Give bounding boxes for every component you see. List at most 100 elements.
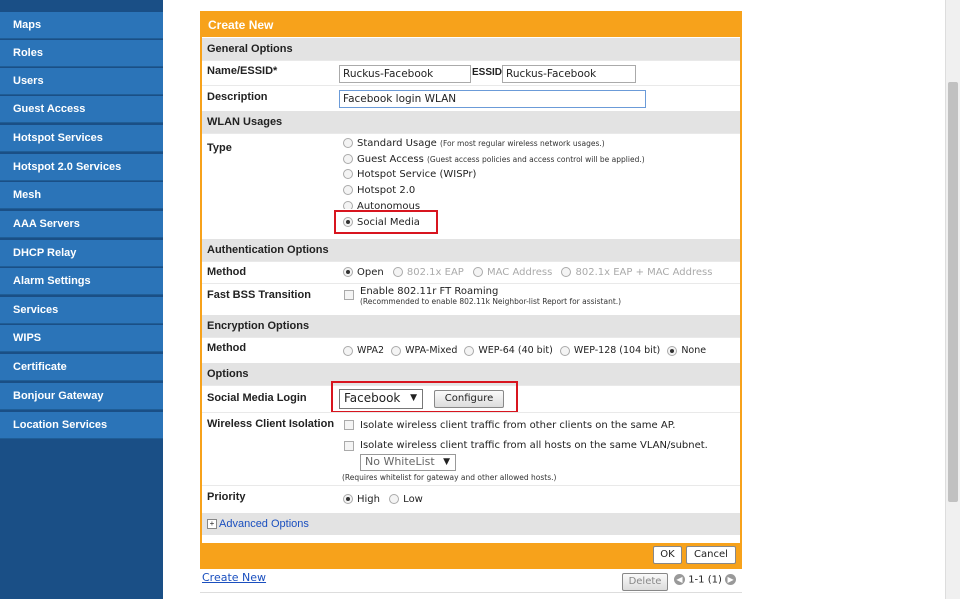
advanced-options-toggle[interactable]: + Advanced Options [202, 512, 740, 535]
highlight-box-social-login [331, 381, 518, 413]
row-social-media-login: Social Media Login Facebook ▼ Configure [202, 381, 740, 413]
isolation-ap-text: Isolate wireless client traffic from oth… [360, 420, 676, 431]
highlight-box-social-media [334, 210, 438, 234]
radio-selected-icon [343, 494, 353, 504]
auth-method-options: Open 802.1x EAP MAC Address 802.1x EAP +… [343, 267, 712, 278]
priority-options: High Low [343, 494, 423, 505]
sidebar-item-hotspot-20-services[interactable]: Hotspot 2.0 Services [0, 154, 163, 181]
radio-icon [343, 138, 353, 148]
page-scrollbar[interactable] [945, 0, 960, 599]
radio-icon [343, 201, 353, 209]
delete-button[interactable]: Delete [622, 573, 668, 591]
description-input[interactable]: Facebook login WLAN [339, 90, 646, 108]
row-auth-method: Method Open 802.1x EAP MAC Address 802.1… [202, 261, 740, 283]
create-new-panel: Create New General Options Name/ESSID* R… [200, 11, 742, 569]
description-label: Description [207, 91, 268, 103]
isolation-ap-checkbox[interactable] [344, 420, 354, 430]
create-new-link[interactable]: Create New [202, 571, 266, 584]
fast-bss-text: Enable 802.11r FT Roaming (Recommended t… [360, 286, 622, 307]
sidebar-item-maps[interactable]: Maps [0, 12, 163, 39]
section-authentication-options: Authentication Options [202, 238, 740, 261]
sidebar-item-hotspot-services[interactable]: Hotspot Services [0, 125, 163, 152]
enc-method-options: WPA2 WPA-Mixed WEP-64 (40 bit) WEP-128 (… [343, 345, 706, 356]
name-essid-label: Name/ESSID* [207, 65, 278, 77]
sidebar-item-guest-access[interactable]: Guest Access [0, 96, 163, 123]
row-description: Description Facebook login WLAN [202, 85, 740, 110]
essid-label: ESSID [472, 67, 503, 78]
type-label: Type [207, 142, 232, 154]
priority-label: Priority [207, 491, 246, 503]
ok-button[interactable]: OK [653, 546, 682, 564]
enc-method-label: Method [207, 342, 247, 354]
radio-icon [559, 345, 570, 356]
content-gutter [163, 0, 193, 599]
enc-wep64-option[interactable]: WEP-64 (40 bit) [464, 345, 553, 356]
radio-selected-icon [667, 345, 678, 356]
type-option-hotspot20[interactable]: Hotspot 2.0 [343, 185, 415, 196]
sidebar-item-bonjour-gateway[interactable]: Bonjour Gateway [0, 383, 163, 410]
radio-icon [343, 154, 353, 164]
sidebar-item-services[interactable]: Services [0, 297, 163, 324]
auth-open-option[interactable]: Open [343, 267, 384, 278]
type-option-autonomous[interactable]: Autonomous [343, 201, 420, 209]
client-isolation-label: Wireless Client Isolation [207, 418, 335, 430]
radio-icon [561, 267, 572, 277]
whitelist-select[interactable]: No WhiteList ▼ [360, 454, 456, 471]
radio-selected-icon [343, 267, 353, 277]
sidebar-item-aaa-servers[interactable]: AAA Servers [0, 211, 163, 238]
fast-bss-label: Fast BSS Transition [207, 289, 311, 301]
row-fast-bss: Fast BSS Transition Enable 802.11r FT Ro… [202, 283, 740, 314]
sidebar-item-mesh[interactable]: Mesh [0, 182, 163, 209]
social-media-login-label: Social Media Login [207, 392, 307, 404]
section-general-options: General Options [202, 37, 740, 60]
radio-icon [343, 345, 353, 356]
auth-eap-mac-option[interactable]: 802.1x EAP + MAC Address [561, 267, 712, 278]
priority-low-option[interactable]: Low [389, 494, 423, 505]
row-client-isolation: Wireless Client Isolation Isolate wirele… [202, 412, 740, 485]
sidebar-item-alarm-settings[interactable]: Alarm Settings [0, 268, 163, 295]
enc-wep128-option[interactable]: WEP-128 (104 bit) [559, 345, 660, 356]
isolation-vlan-checkbox[interactable] [344, 441, 354, 451]
section-encryption-options: Encryption Options [202, 314, 740, 337]
isolation-vlan-text: Isolate wireless client traffic from all… [360, 440, 708, 451]
scrollbar-thumb[interactable] [948, 82, 958, 502]
sidebar-item-roles[interactable]: Roles [0, 40, 163, 67]
auth-mac-option[interactable]: MAC Address [473, 267, 552, 278]
divider [200, 592, 742, 593]
enc-wpamixed-option[interactable]: WPA-Mixed [391, 345, 457, 356]
fast-bss-checkbox[interactable] [344, 290, 354, 300]
next-page-icon[interactable]: ▶ [725, 574, 737, 585]
sidebar-item-location-services[interactable]: Location Services [0, 412, 163, 439]
name-input[interactable]: Ruckus-Facebook [339, 65, 471, 83]
essid-input[interactable]: Ruckus-Facebook [502, 65, 636, 83]
form-footer: OK Cancel [202, 543, 740, 567]
radio-icon [343, 169, 353, 179]
type-option-standard[interactable]: Standard Usage (For most regular wireles… [343, 138, 605, 149]
sidebar-item-wips[interactable]: WIPS [0, 325, 163, 352]
radio-icon [391, 345, 402, 356]
expand-plus-icon: + [207, 519, 217, 530]
section-wlan-usages: WLAN Usages [202, 110, 740, 133]
priority-high-option[interactable]: High [343, 494, 380, 505]
panel-title: Create New [202, 13, 740, 37]
radio-icon [473, 267, 484, 277]
radio-icon [389, 494, 400, 504]
sidebar-item-dhcp-relay[interactable]: DHCP Relay [0, 240, 163, 267]
row-priority: Priority High Low [202, 485, 740, 512]
type-option-guest[interactable]: Guest Access (Guest access policies and … [343, 154, 645, 165]
auth-eap-option[interactable]: 802.1x EAP [392, 267, 464, 278]
sidebar: Maps Roles Users Guest Access Hotspot Se… [0, 0, 163, 599]
row-name-essid: Name/ESSID* Ruckus-Facebook ESSID Ruckus… [202, 60, 740, 85]
auth-method-label: Method [207, 266, 247, 278]
sidebar-item-certificate[interactable]: Certificate [0, 354, 163, 381]
radio-icon [392, 267, 403, 277]
pagination: ◀ 1-1 (1) ▶ [674, 574, 737, 586]
enc-wpa2-option[interactable]: WPA2 [343, 345, 384, 356]
sidebar-item-users[interactable]: Users [0, 68, 163, 95]
prev-page-icon[interactable]: ◀ [674, 574, 685, 585]
cancel-button[interactable]: Cancel [686, 546, 736, 564]
radio-icon [343, 185, 353, 195]
enc-none-option[interactable]: None [667, 345, 706, 356]
whitelist-note: (Requires whitelist for gateway and othe… [342, 473, 557, 482]
type-option-hotspot[interactable]: Hotspot Service (WISPr) [343, 169, 476, 180]
